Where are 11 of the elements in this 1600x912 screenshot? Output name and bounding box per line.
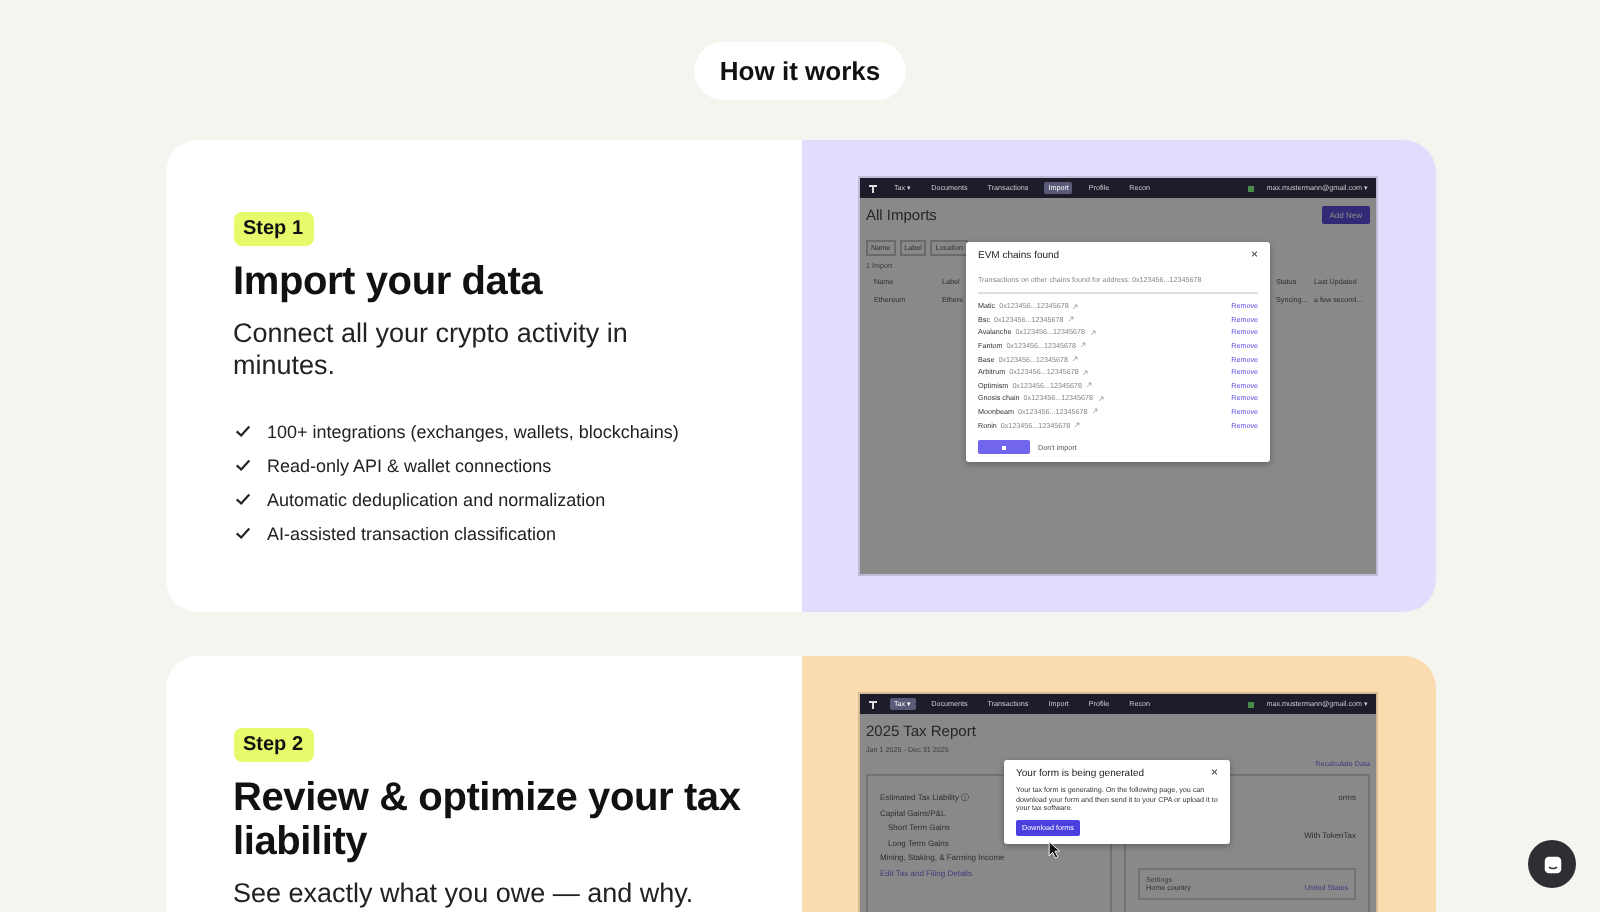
step-subtitle: See exactly what you owe — and why. xyxy=(233,878,696,910)
step-title: Import your data xyxy=(233,260,545,304)
feature-text: AI-assisted transaction classification xyxy=(267,523,557,543)
feature-text: 100+ integrations (exchanges, wallets, blockchains) xyxy=(267,421,679,441)
step-badge: Step 2 xyxy=(233,728,314,762)
feature-text: Read-only API & wallet connections xyxy=(267,455,552,475)
step-badge: Step 1 xyxy=(233,212,314,246)
step-title: Review & optimize your tax liability xyxy=(233,776,743,864)
section-label: How it works xyxy=(693,42,907,100)
feature-text: Automatic deduplication and normalization xyxy=(267,489,606,509)
step-subtitle: Connect all your crypto activity in minutes. xyxy=(233,318,630,382)
